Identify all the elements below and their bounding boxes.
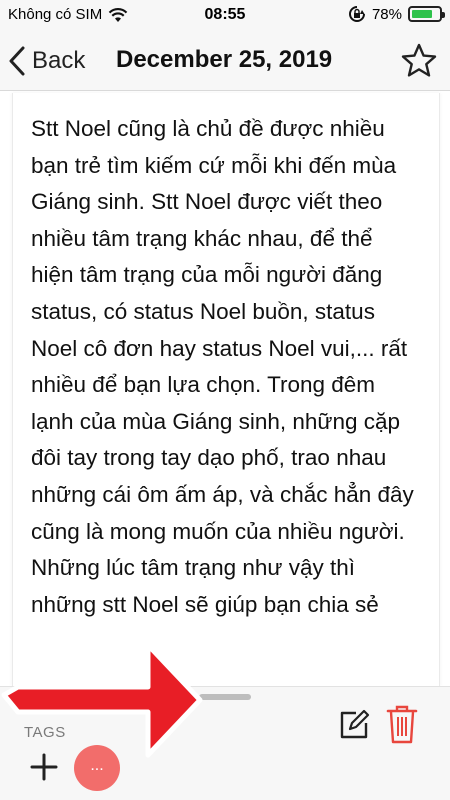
page-title: December 25, 2019 (116, 46, 333, 73)
plus-icon[interactable] (26, 749, 62, 785)
battery-cap (442, 12, 445, 18)
battery-percent: 78% (371, 5, 402, 23)
edit-icon[interactable] (336, 707, 372, 743)
note-body-text[interactable]: Stt Noel cũng là chủ đề được nhiều bạn t… (31, 111, 421, 623)
tags-label: TAGS (24, 724, 66, 741)
battery-fill (412, 10, 432, 18)
nav-bar: Back December 25, 2019 (0, 32, 450, 91)
bottom-toolbar: TAGS ... (0, 686, 450, 800)
battery-icon (408, 6, 445, 22)
back-button[interactable]: Back (8, 42, 85, 80)
chevron-left-icon (9, 46, 25, 76)
star-icon[interactable] (400, 42, 438, 80)
drag-handle[interactable] (199, 694, 251, 700)
back-label: Back (32, 47, 86, 74)
more-button[interactable]: ... (74, 745, 120, 791)
trash-icon[interactable] (386, 705, 418, 745)
rotation-lock-icon (348, 6, 365, 22)
note-card: Stt Noel cũng là chủ đề được nhiều bạn t… (12, 93, 440, 686)
status-bar: Không có SIM 08:55 78% (0, 0, 450, 32)
note-content-area[interactable]: Stt Noel cũng là chủ đề được nhiều bạn t… (0, 91, 450, 686)
status-right: 78% (348, 5, 445, 23)
